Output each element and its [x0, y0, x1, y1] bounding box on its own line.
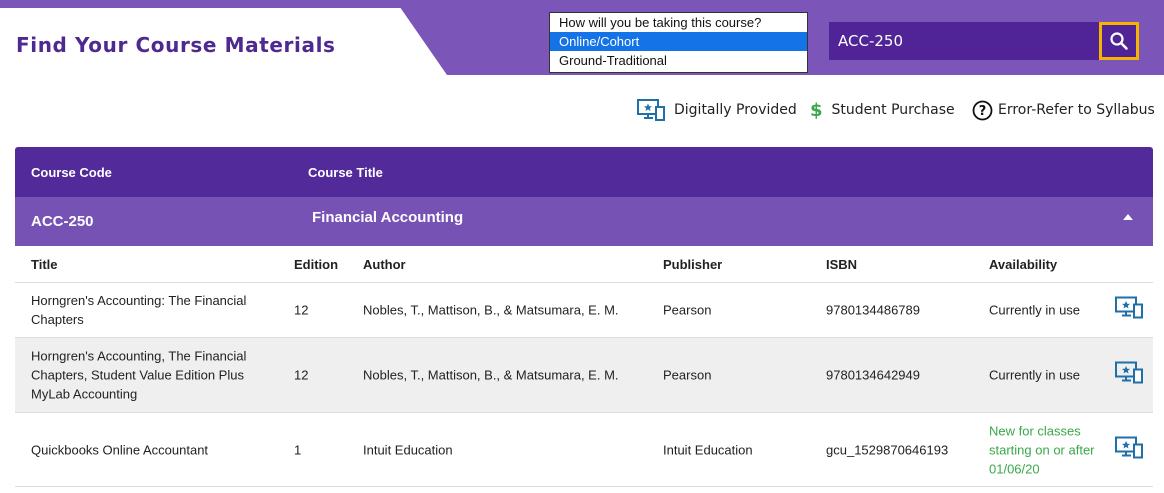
col-author: Author — [363, 257, 406, 272]
materials-header: Title Edition Author Publisher ISBN Avai… — [15, 246, 1153, 283]
material-title: Horngren's Accounting, The Financial Cha… — [31, 348, 247, 402]
material-author: Intuit Education — [363, 442, 453, 457]
legend-label: Error-Refer to Syllabus — [998, 102, 1155, 118]
header-course-title: Course Title — [308, 165, 383, 180]
page-header: Find Your Course Materials How will you … — [0, 0, 1164, 75]
col-availability: Availability — [989, 257, 1058, 272]
col-isbn: ISBN — [826, 257, 858, 272]
material-author: Nobles, T., Mattison, B., & Matsumara, E… — [363, 367, 619, 383]
select-option-online-cohort[interactable]: Online/Cohort — [550, 32, 807, 51]
search-button[interactable] — [1099, 22, 1139, 60]
course-table: Course Code Course Title ACC-250 Financi… — [15, 147, 1153, 487]
col-title: Title — [31, 257, 58, 272]
svg-text:?: ? — [979, 104, 987, 119]
col-edition: Edition — [294, 257, 339, 272]
dollar-icon: $ — [810, 99, 823, 121]
material-isbn: 9780134642949 — [826, 367, 920, 383]
material-title: Quickbooks Online Accountant — [31, 442, 209, 457]
course-type-select[interactable]: How will you be taking this course? Onli… — [549, 12, 808, 73]
material-edition: 1 — [294, 442, 302, 457]
material-title: Horngren's Accounting: The Financial Cha… — [31, 293, 247, 327]
select-prompt-option[interactable]: How will you be taking this course? — [550, 13, 807, 32]
course-code: ACC-250 — [31, 213, 94, 230]
legend-student-purchase: $ Student Purchase — [810, 99, 955, 121]
material-isbn: 9780134486789 — [826, 302, 920, 318]
table-header: Course Code Course Title — [15, 147, 1153, 197]
course-row[interactable]: ACC-250 Financial Accounting — [15, 197, 1153, 246]
table-row: Horngren's Accounting: The Financial Cha… — [15, 283, 1153, 338]
legend-error-refer: ? Error-Refer to Syllabus — [972, 99, 1155, 121]
collapse-icon[interactable] — [1123, 214, 1133, 220]
legend-label: Student Purchase — [831, 102, 955, 118]
material-publisher: Intuit Education — [663, 442, 753, 457]
table-row: Quickbooks Online Accountant 1 Intuit Ed… — [15, 413, 1153, 487]
course-title: Financial Accounting — [312, 209, 464, 226]
legend-label: Digitally Provided — [674, 102, 797, 118]
material-edition: 12 — [294, 302, 309, 318]
select-option-ground-traditional[interactable]: Ground-Traditional — [550, 51, 807, 70]
search-icon — [1110, 32, 1128, 50]
col-publisher: Publisher — [663, 257, 723, 272]
material-availability: Currently in use — [989, 302, 1081, 318]
digital-provided-icon — [637, 99, 665, 121]
legend-digitally-provided: Digitally Provided — [637, 99, 797, 121]
course-search-input[interactable] — [829, 22, 1100, 60]
material-availability: Currently in use — [989, 367, 1081, 383]
material-author: Nobles, T., Mattison, B., & Matsumara, E… — [363, 302, 619, 318]
material-isbn: gcu_1529870646193 — [826, 442, 949, 457]
material-publisher: Pearson — [663, 302, 712, 318]
page-title: Find Your Course Materials — [16, 33, 336, 57]
header-course-code: Course Code — [31, 165, 112, 180]
material-publisher: Pearson — [663, 367, 712, 383]
question-circle-icon: ? — [972, 100, 993, 121]
digital-provided-icon — [1115, 436, 1143, 463]
table-row: Horngren's Accounting, The Financial Cha… — [15, 338, 1153, 413]
digital-provided-icon — [1115, 361, 1143, 389]
digital-provided-icon — [1115, 296, 1143, 324]
material-availability: New for classes starting on or after 01/… — [989, 423, 1095, 476]
material-edition: 12 — [294, 367, 309, 383]
